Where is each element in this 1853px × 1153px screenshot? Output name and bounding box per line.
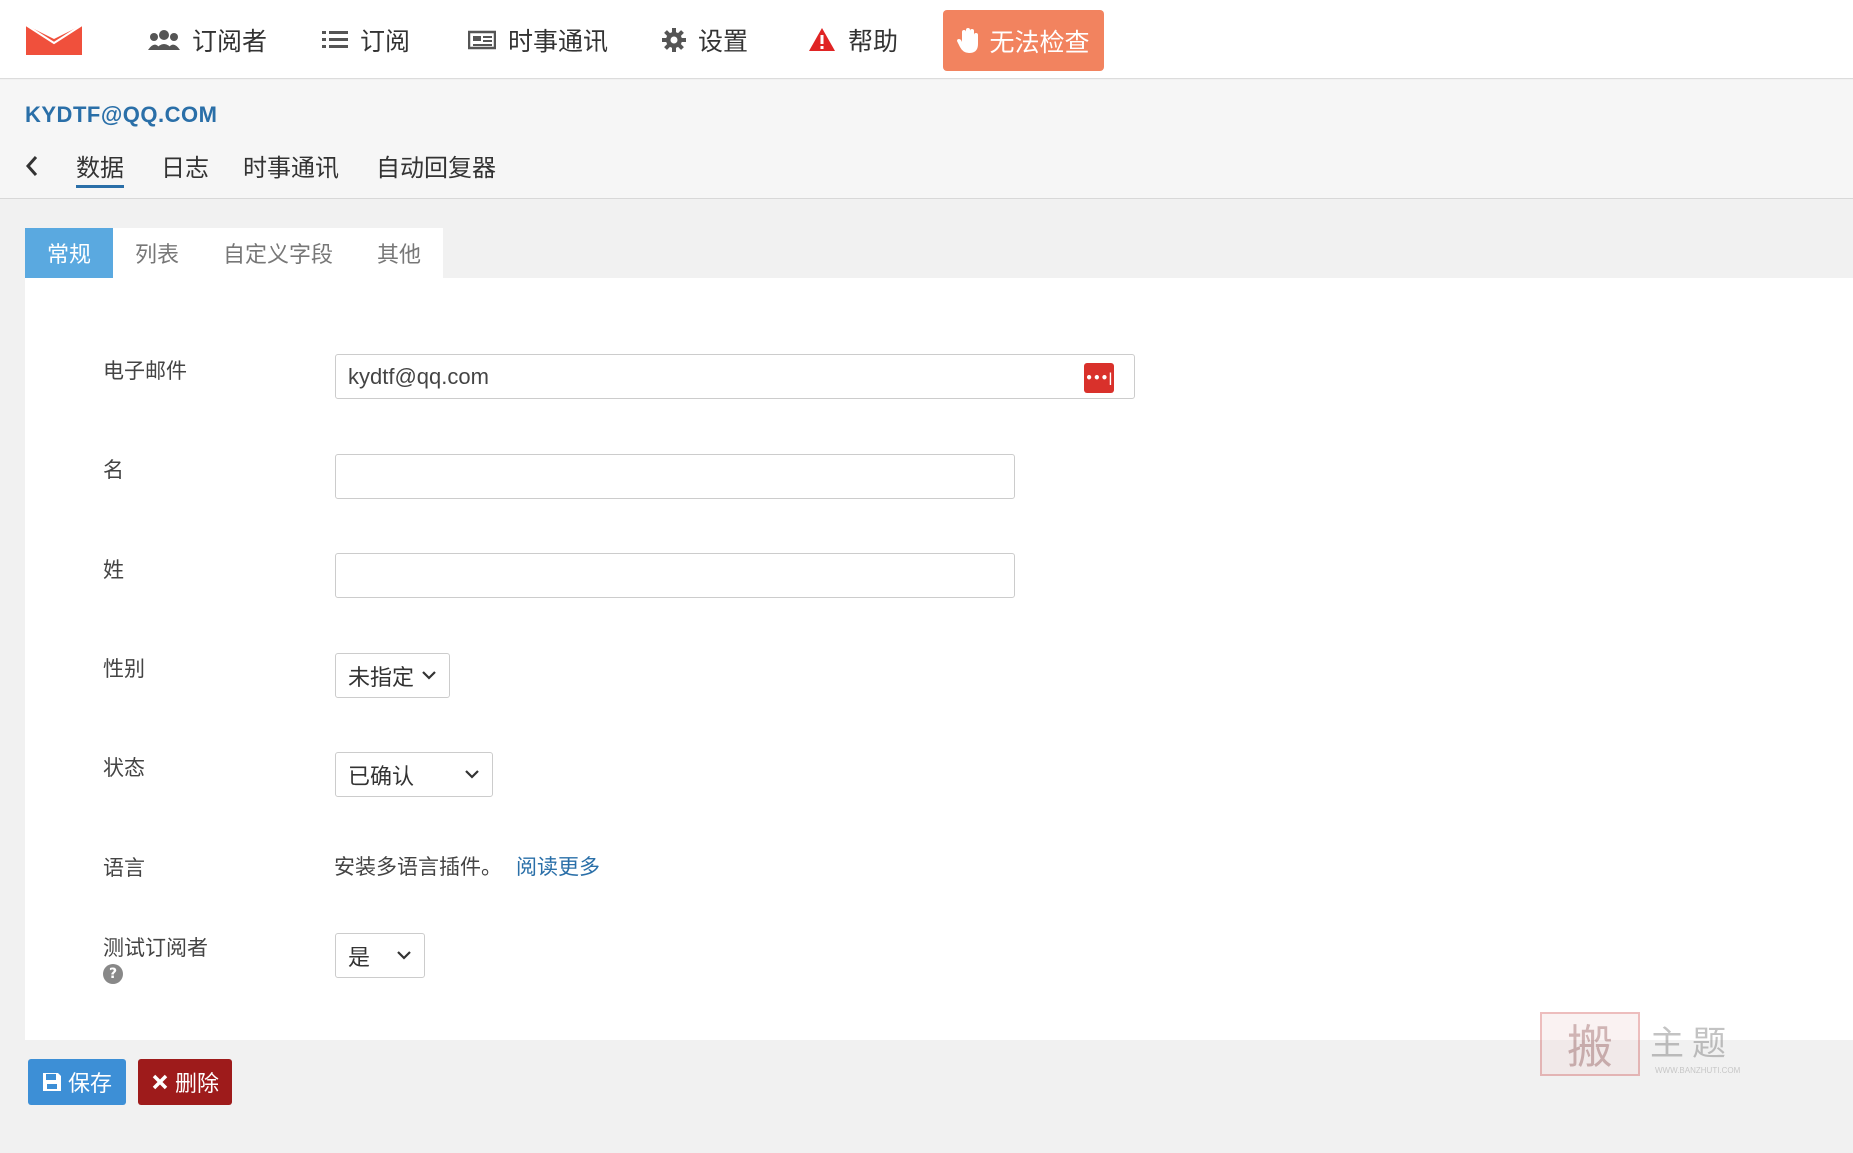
chevron-left-icon — [25, 156, 38, 176]
nav-label: 订阅 — [360, 26, 411, 56]
password-manager-icon[interactable]: •••| — [1084, 363, 1114, 393]
tab-data[interactable]: 数据 — [76, 148, 124, 188]
status-label: 状态 — [103, 756, 145, 780]
tab-logs[interactable]: 日志 — [161, 148, 209, 183]
first-name-field[interactable] — [335, 454, 1015, 499]
chevron-down-icon — [422, 671, 436, 680]
gender-label: 性别 — [103, 657, 145, 681]
delete-label: 删除 — [174, 1072, 219, 1097]
test-subscriber-value: 是 — [348, 945, 371, 971]
save-button[interactable]: 保存 — [28, 1059, 126, 1105]
test-subscriber-label: 测试订阅者 — [103, 936, 208, 960]
help-icon[interactable]: ? — [103, 964, 123, 984]
watermark-seal-text: 搬 — [1567, 1020, 1613, 1074]
email-value: kydtf@qq.com — [348, 364, 489, 389]
back-button[interactable] — [25, 151, 43, 181]
email-label: 电子邮件 — [103, 359, 187, 383]
mailpoet-logo[interactable] — [26, 25, 82, 55]
language-label: 语言 — [103, 856, 145, 880]
nav-label: 帮助 — [848, 26, 899, 56]
save-label: 保存 — [67, 1072, 112, 1097]
chevron-down-icon — [465, 770, 479, 779]
tab-lists[interactable]: 列表 — [113, 228, 201, 278]
cannot-check-button[interactable]: 无法检查 — [943, 10, 1104, 71]
language-text: 安装多语言插件。 — [334, 855, 502, 879]
language-note: 安装多语言插件。 阅读更多 — [334, 851, 600, 881]
first-name-label: 名 — [103, 458, 124, 482]
watermark: 搬 主题 WWW.BANZHUTI.COM — [1540, 1010, 1770, 1080]
status-value: 已确认 — [348, 764, 415, 790]
form-panel: 电子邮件 kydtf@qq.com •••| 名 姓 性别 未指定 状态 已确认… — [25, 278, 1853, 1040]
nav-settings[interactable]: 设置 — [662, 0, 748, 79]
gender-value: 未指定 — [348, 665, 415, 691]
close-icon — [151, 1073, 169, 1091]
watermark-title: 主题 — [1650, 1024, 1734, 1064]
warning-icon — [808, 27, 836, 52]
cannot-check-label: 无法检查 — [989, 27, 1090, 57]
form-tabs: 常规 列表 自定义字段 其他 — [25, 228, 444, 278]
email-field[interactable]: kydtf@qq.com •••| — [335, 354, 1135, 399]
gear-icon — [662, 27, 686, 52]
nav-lists[interactable]: 订阅 — [322, 0, 410, 79]
read-more-link[interactable]: 阅读更多 — [516, 855, 600, 879]
delete-button[interactable]: 删除 — [138, 1059, 232, 1105]
page-title: KYDTF@QQ.COM — [25, 102, 218, 127]
last-name-label: 姓 — [103, 558, 124, 582]
tab-newsletters[interactable]: 时事通讯 — [243, 148, 339, 183]
nav-subscribers[interactable]: 订阅者 — [148, 0, 267, 79]
tab-autoresponders[interactable]: 自动回复器 — [376, 148, 496, 183]
nav-newsletters[interactable]: 时事通讯 — [468, 0, 608, 79]
watermark-url: WWW.BANZHUTI.COM — [1655, 1066, 1741, 1075]
chevron-down-icon — [397, 951, 411, 960]
status-select[interactable]: 已确认 — [335, 752, 493, 797]
top-navbar: 订阅者 订阅 时事通讯 设置 帮助 无法检查 — [0, 0, 1853, 79]
watermark-seal: 搬 — [1540, 1012, 1640, 1076]
newspaper-icon — [468, 30, 496, 50]
users-icon — [148, 29, 180, 51]
nav-help[interactable]: 帮助 — [808, 0, 898, 79]
nav-label: 订阅者 — [192, 26, 268, 56]
gender-select[interactable]: 未指定 — [335, 653, 450, 698]
floppy-disk-icon — [42, 1072, 62, 1092]
tab-custom-fields[interactable]: 自定义字段 — [201, 228, 355, 278]
tab-other[interactable]: 其他 — [355, 228, 443, 278]
last-name-field[interactable] — [335, 553, 1015, 598]
nav-label: 设置 — [698, 26, 749, 56]
list-icon — [322, 30, 348, 50]
hand-stop-icon — [957, 27, 979, 54]
tab-general[interactable]: 常规 — [25, 228, 114, 278]
test-subscriber-select[interactable]: 是 — [335, 933, 425, 978]
nav-label: 时事通讯 — [508, 26, 609, 56]
